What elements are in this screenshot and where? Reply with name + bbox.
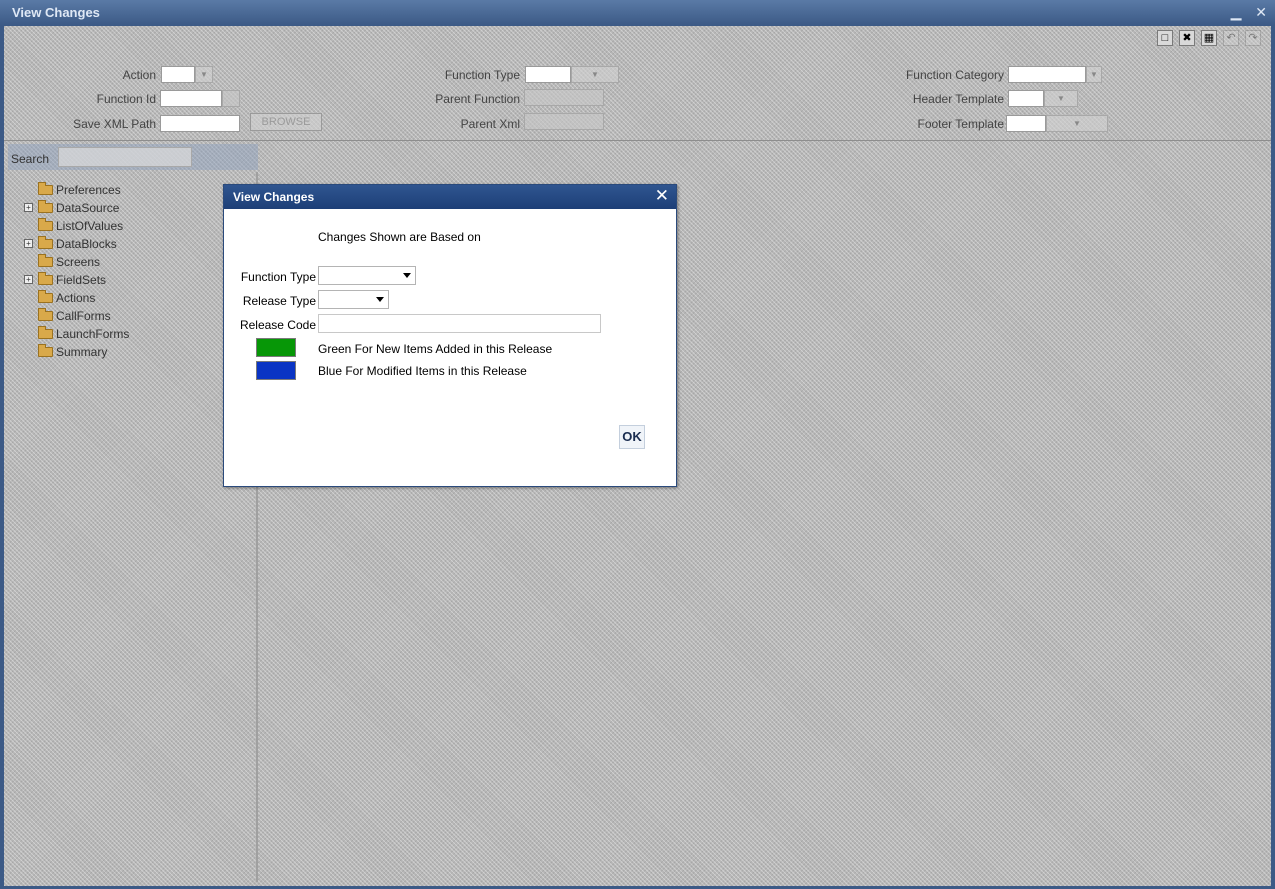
tree-item-preferences[interactable]: Preferences: [24, 181, 129, 199]
header-template-dropdown-icon[interactable]: ▼: [1044, 90, 1078, 107]
tree-item-callforms[interactable]: CallForms: [24, 307, 129, 325]
folder-icon: [38, 254, 53, 267]
tree-item-label: Preferences: [56, 183, 121, 197]
close-icon[interactable]: ✕: [655, 186, 669, 206]
release-type-label: Release Type: [242, 294, 316, 308]
minimize-icon[interactable]: ▁: [1231, 4, 1242, 20]
parent-function-label: Parent Function: [435, 92, 520, 106]
view-changes-dialog: View Changes ✕ Changes Shown are Based o…: [223, 184, 677, 487]
tree-item-datablocks[interactable]: + DataBlocks: [24, 235, 129, 253]
dialog-title: View Changes: [233, 190, 315, 204]
main-window: View Changes ▁ ✕ □ ✖ ▦ ↶ ↷ Action ▼ Func…: [0, 0, 1275, 889]
tree-item-screens[interactable]: Screens: [24, 253, 129, 271]
release-code-input[interactable]: [318, 314, 601, 333]
dialog-title-bar: View Changes ✕: [224, 185, 676, 209]
folder-icon: [38, 236, 53, 249]
window-controls: ▁ ✕: [1221, 4, 1267, 21]
function-id-lov-button[interactable]: [222, 90, 240, 107]
release-type-select[interactable]: [318, 290, 389, 309]
parent-xml-input[interactable]: [524, 113, 604, 130]
function-type-select[interactable]: [318, 266, 416, 285]
tree-item-label: LaunchForms: [56, 327, 130, 341]
delete-icon[interactable]: ✖: [1179, 30, 1195, 46]
calendar-icon[interactable]: ▦: [1201, 30, 1217, 46]
chevron-down-icon: [376, 297, 384, 302]
redo-icon[interactable]: ↷: [1245, 30, 1261, 46]
tree-item-label: DataSource: [56, 201, 120, 215]
function-tree: Preferences + DataSource ListOfValues + Da…: [24, 181, 129, 361]
parent-function-input[interactable]: [524, 89, 604, 106]
function-id-label: Function Id: [96, 92, 156, 106]
function-type-label: Function Type: [444, 68, 520, 82]
chevron-down-icon: [403, 273, 411, 278]
header-template-select[interactable]: [1008, 90, 1044, 107]
folder-icon: [38, 218, 53, 231]
footer-template-select[interactable]: [1006, 115, 1046, 132]
tree-item-label: FieldSets: [56, 273, 107, 287]
function-category-select[interactable]: [1008, 66, 1086, 83]
tree-item-fieldsets[interactable]: + FieldSets: [24, 271, 129, 289]
parent-xml-label: Parent Xml: [460, 117, 520, 131]
release-code-label: Release Code: [239, 318, 316, 332]
expand-icon[interactable]: +: [24, 239, 33, 248]
dialog-heading: Changes Shown are Based on: [318, 230, 481, 244]
action-label: Action: [122, 68, 156, 82]
close-icon[interactable]: ✕: [1255, 4, 1267, 20]
function-id-input[interactable]: [160, 90, 222, 107]
tree-item-launchforms[interactable]: LaunchForms: [24, 325, 129, 343]
tree-item-label: Summary: [56, 345, 108, 359]
tree-item-label: DataBlocks: [56, 237, 117, 251]
folder-icon: [38, 200, 53, 213]
tree-item-actions[interactable]: Actions: [24, 289, 129, 307]
function-type-label: Function Type: [240, 270, 316, 284]
function-category-dropdown-icon[interactable]: ▼: [1086, 66, 1102, 83]
tree-item-listofvalues[interactable]: ListOfValues: [24, 217, 129, 235]
legend-blue-text: Blue For Modified Items in this Release: [318, 364, 527, 378]
expand-icon[interactable]: +: [24, 203, 33, 212]
search-label: Search: [11, 152, 50, 166]
footer-template-dropdown-icon[interactable]: ▼: [1046, 115, 1108, 132]
function-type-select[interactable]: [525, 66, 571, 83]
green-swatch: [256, 338, 296, 357]
action-select[interactable]: [161, 66, 195, 83]
folder-icon: [38, 272, 53, 285]
window-title-bar: View Changes ▁ ✕: [0, 0, 1275, 26]
tree-item-datasource[interactable]: + DataSource: [24, 199, 129, 217]
search-input[interactable]: [58, 147, 192, 167]
save-icon[interactable]: □: [1157, 30, 1173, 46]
tree-item-label: Screens: [56, 255, 101, 269]
folder-icon: [38, 182, 53, 195]
tree-item-summary[interactable]: Summary: [24, 343, 129, 361]
ok-button[interactable]: OK: [619, 425, 645, 449]
folder-icon: [38, 344, 53, 357]
blue-swatch: [256, 361, 296, 380]
save-xml-path-input[interactable]: [160, 115, 240, 132]
tree-item-label: ListOfValues: [56, 219, 124, 233]
form-separator: [4, 140, 1271, 141]
header-template-label: Header Template: [912, 92, 1004, 106]
tree-item-label: Actions: [56, 291, 96, 305]
action-dropdown-icon[interactable]: ▼: [195, 66, 213, 83]
undo-icon[interactable]: ↶: [1223, 30, 1239, 46]
legend-green-text: Green For New Items Added in this Releas…: [318, 342, 553, 356]
toolbar: □ ✖ ▦ ↶ ↷: [1157, 30, 1261, 46]
folder-icon: [38, 290, 53, 303]
window-title: View Changes: [12, 5, 100, 20]
folder-icon: [38, 326, 53, 339]
footer-template-label: Footer Template: [917, 117, 1005, 131]
function-category-label: Function Category: [905, 68, 1004, 82]
function-type-dropdown-icon[interactable]: ▼: [571, 66, 619, 83]
expand-icon[interactable]: +: [24, 275, 33, 284]
browse-button[interactable]: BROWSE: [250, 113, 322, 131]
tree-item-label: CallForms: [56, 309, 111, 323]
folder-icon: [38, 308, 53, 321]
save-xml-path-label: Save XML Path: [73, 117, 156, 131]
